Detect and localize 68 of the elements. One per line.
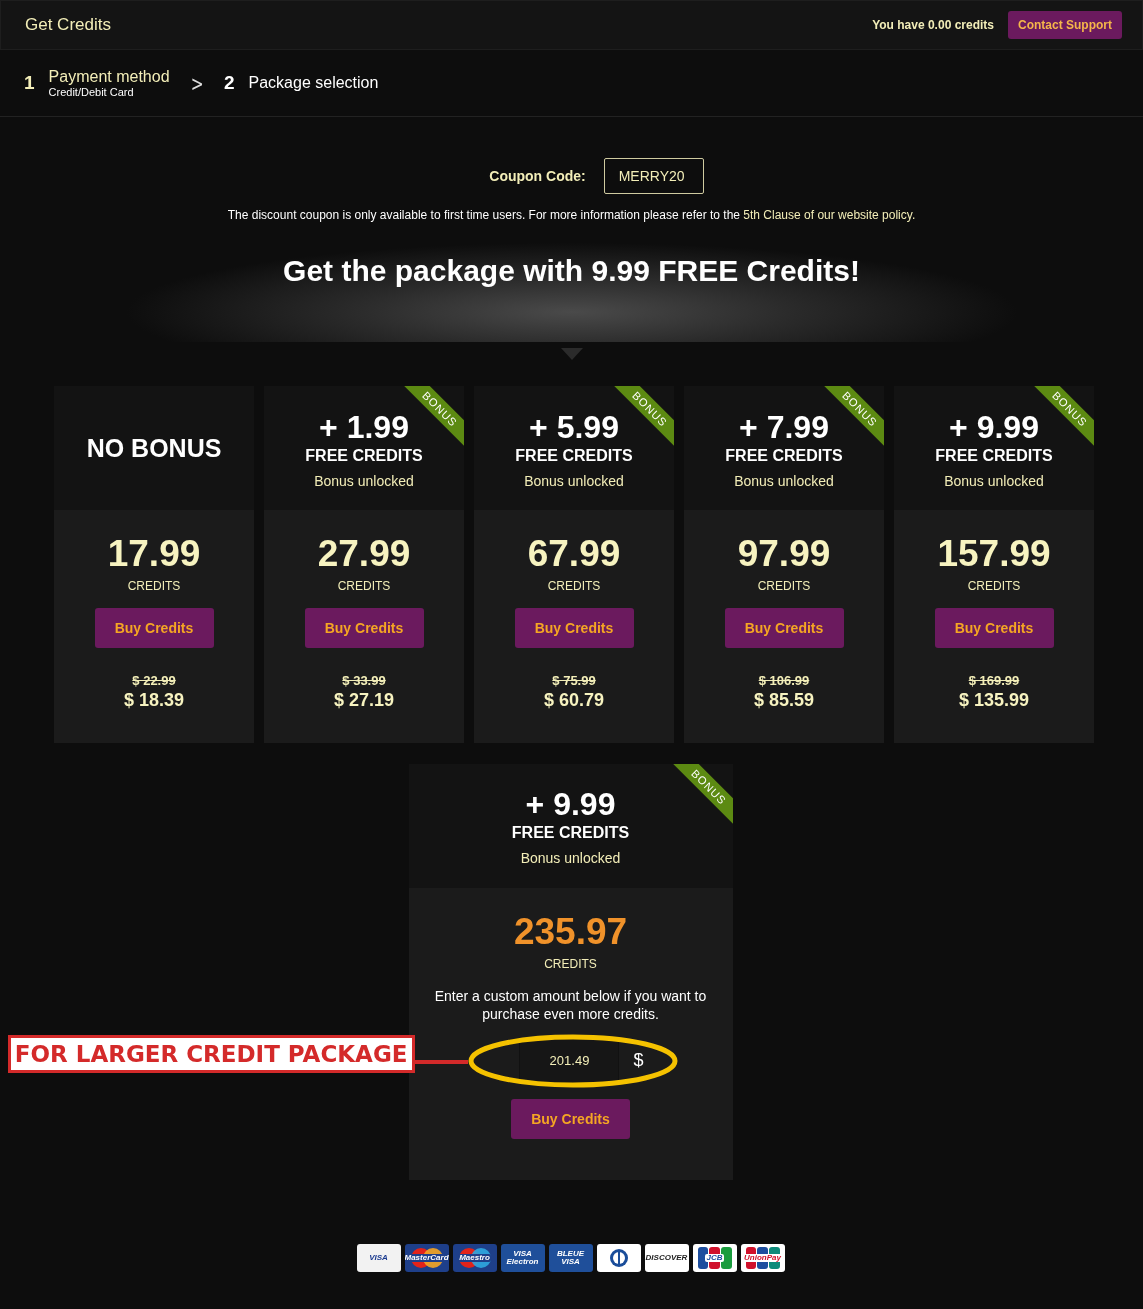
free-credits-label: FREE CREDITS — [725, 447, 843, 465]
buy-credits-button[interactable]: Buy Credits — [304, 607, 424, 648]
credit-amount: 67.99 — [527, 534, 621, 575]
buy-credits-button[interactable]: Buy Credits — [934, 607, 1054, 648]
buy-credits-button[interactable]: Buy Credits — [514, 607, 634, 648]
bonus-amount: + 9.99 — [525, 788, 616, 820]
step-tab[interactable]: 2 Package selection — [223, 72, 379, 94]
bonus-status: Bonus unlocked — [314, 473, 414, 489]
headline: Get the package with 9.99 FREE Credits! — [283, 254, 860, 288]
custom-amount-hint: Enter a custom amount below if you want to purchase even more credits. — [433, 986, 708, 1023]
payment-card-logo: MasterCard — [404, 1244, 449, 1272]
bonus-amount: + 5.99 — [529, 411, 619, 443]
bonus-amount: + 9.99 — [949, 411, 1039, 443]
payment-card-logo: JCB — [692, 1244, 737, 1272]
coupon-field[interactable]: MERRY20 — [603, 158, 704, 194]
credits-label: CREDITS — [547, 578, 601, 593]
old-price: $ 106.99 — [758, 672, 810, 688]
buy-credits-button[interactable]: Buy Credits — [94, 607, 214, 648]
contact-support-button[interactable]: Contact Support — [1008, 11, 1122, 39]
payment-card-logo: Maestro — [452, 1244, 497, 1272]
amount-field[interactable]: 201.49 — [519, 1038, 620, 1083]
credit-amount: 157.99 — [937, 534, 1051, 575]
old-price: $ 169.99 — [968, 672, 1020, 688]
chevron-icon: > — [190, 70, 204, 96]
credits-label: CREDITS — [967, 578, 1021, 593]
price: $ 18.39 — [123, 689, 185, 711]
page-title: Get Credits — [25, 15, 111, 35]
payment-card-logo: BLEUE VISA — [548, 1244, 593, 1272]
credits-label: CREDITS — [337, 578, 391, 593]
credit-amount: 97.99 — [737, 534, 831, 575]
free-credits-label: FREE CREDITS — [511, 824, 630, 842]
annotation-label: FOR LARGER CREDIT PACKAGE — [7, 1034, 415, 1073]
bonus-status: Bonus unlocked — [524, 473, 624, 489]
credits-label: CREDITS — [127, 578, 181, 593]
payment-card-logo — [596, 1244, 641, 1272]
pointer-icon — [560, 348, 583, 360]
coupon-label: Coupon Code: — [489, 168, 586, 184]
price: $ 85.59 — [753, 689, 815, 711]
price: $ 27.19 — [333, 689, 395, 711]
bonus-amount: + 7.99 — [739, 411, 829, 443]
coupon-notice: The discount coupon is only available to first time users. For more information please refer to the 5th Clause of our website policy. — [226, 208, 917, 222]
bonus-amount: + 1.99 — [319, 411, 409, 443]
buy-credits-button[interactable]: Buy Credits — [724, 607, 844, 648]
old-price: $ 22.99 — [132, 672, 176, 688]
credits-label: CREDITS — [544, 956, 597, 971]
payment-card-logo: UnionPay — [740, 1244, 785, 1272]
credits-label: CREDITS — [757, 578, 811, 593]
credit-amount: 27.99 — [317, 534, 411, 575]
free-credits-label: FREE CREDITS — [935, 447, 1053, 465]
no-bonus-title: NO BONUS — [86, 433, 222, 463]
credit-amount: 235.97 — [513, 912, 628, 953]
bonus-status: Bonus unlocked — [734, 473, 834, 489]
credit-balance: You have 0.00 credits — [872, 18, 994, 32]
payment-card-logo: VISA Electron — [500, 1244, 545, 1272]
credit-amount: 17.99 — [107, 534, 201, 575]
old-price: $ 33.99 — [342, 672, 386, 688]
buy-credits-button[interactable]: Buy Credits — [511, 1098, 630, 1139]
free-credits-label: FREE CREDITS — [515, 447, 633, 465]
bonus-status: Bonus unlocked — [944, 473, 1044, 489]
policy-link[interactable]: 5th Clause of our website policy. — [743, 208, 916, 222]
old-price: $ 75.99 — [552, 672, 596, 688]
currency-symbol: $ — [633, 1050, 644, 1072]
price: $ 135.99 — [958, 689, 1030, 711]
price: $ 60.79 — [543, 689, 605, 711]
payment-card-logo: DISCOVER — [644, 1244, 689, 1272]
payment-card-logo: VISA — [356, 1244, 401, 1272]
free-credits-label: FREE CREDITS — [305, 447, 423, 465]
bonus-status: Bonus unlocked — [520, 850, 621, 866]
